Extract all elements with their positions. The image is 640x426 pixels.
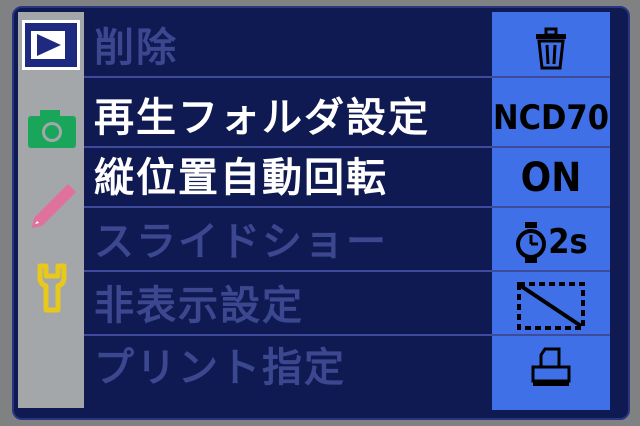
play-icon[interactable] [22, 20, 80, 70]
menu-item-label: プリント指定 [94, 345, 346, 391]
menu-item-label: 削除 [94, 25, 178, 71]
hide-image-icon [492, 278, 610, 334]
auto-rotate-value: ON [520, 155, 582, 201]
menu-item-slideshow[interactable]: スライドショー 2s [84, 214, 610, 272]
menu-item-label: 縦位置自動回転 [94, 155, 388, 201]
menu-item-label: 再生フォルダ設定 [94, 95, 430, 141]
slideshow-interval: 2s [548, 222, 588, 262]
menu-item-delete[interactable]: 削除 [84, 20, 610, 78]
menu-item-playback-folder[interactable]: 再生フォルダ設定 NCD70 [84, 90, 610, 148]
menu-item-print-order[interactable]: プリント指定 [84, 340, 610, 398]
stopwatch-icon [516, 222, 547, 263]
print-order-icon [492, 340, 610, 396]
menu-item-auto-rotate[interactable]: 縦位置自動回転 ON [84, 150, 610, 208]
menu-item-hide-image[interactable]: 非表示設定 [84, 278, 610, 336]
slideshow-value: 2s [492, 214, 610, 270]
playback-folder-value: NCD70 [492, 98, 609, 138]
trash-icon [492, 20, 610, 76]
menu-item-label: 非表示設定 [94, 283, 304, 329]
wrench-icon[interactable] [24, 260, 80, 316]
menu-item-label: スライドショー [94, 219, 388, 265]
pencil-icon[interactable] [24, 178, 80, 234]
camera-icon[interactable] [24, 102, 80, 158]
